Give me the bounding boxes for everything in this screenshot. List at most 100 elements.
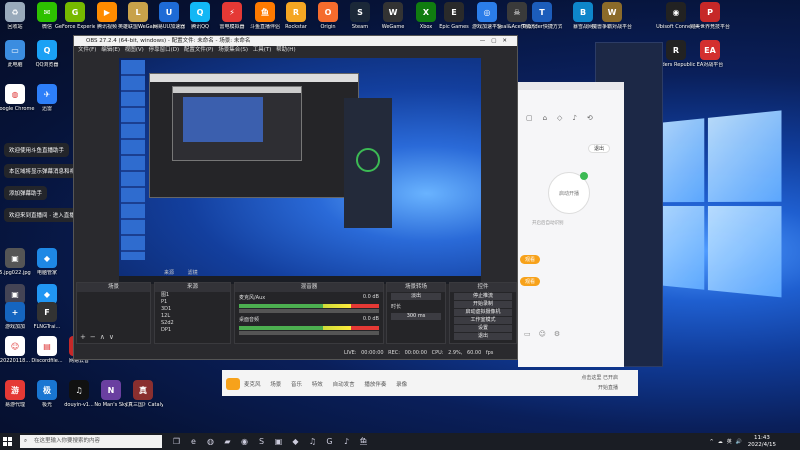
duration-input[interactable]: 300 ms <box>391 313 441 320</box>
edge-icon[interactable]: e <box>185 433 202 450</box>
tray-expand-icon[interactable]: ^ <box>710 439 714 445</box>
toolbar-music[interactable]: 音乐 <box>291 382 302 388</box>
source-item[interactable]: S2d2 <box>155 320 230 327</box>
onedrive-icon[interactable]: ☁ <box>718 439 723 445</box>
transition-select[interactable]: 淡出 <box>391 293 441 300</box>
studio-mode-button[interactable]: 工作室模式 <box>454 317 512 324</box>
sources-panel: 来源 图1 P1 3D1 12L S2d2 DP1 <box>154 282 231 344</box>
taskbar-pinned: ❐ e ◍ ▰ ◉ S ▣ ◆ ♫ G ♪ 鱼 <box>168 433 372 450</box>
app-icon: ✈ <box>37 84 57 104</box>
game-icon[interactable]: G <box>321 433 338 450</box>
menu-docks[interactable]: 停靠窗口(D) <box>149 47 180 53</box>
menu-view[interactable]: 视图(V) <box>125 47 144 53</box>
menu-help[interactable]: 帮助(H) <box>276 47 295 53</box>
app-icon: W <box>383 2 403 22</box>
desktop-icon[interactable]: F FLNGTrai... <box>27 302 67 330</box>
volume-icon[interactable]: 🔊 <box>736 439 742 445</box>
window-controls[interactable]: —▢✕ <box>480 36 513 46</box>
toolbar-effects[interactable]: 特效 <box>312 382 323 388</box>
app-icon: ☺ <box>5 336 25 356</box>
desktop-icon[interactable]: 真《真三国》Catalyst <box>123 380 163 408</box>
track-level: 0.0 dB <box>362 294 379 300</box>
app-icon: ◆ <box>37 284 57 304</box>
app-icon: Q <box>37 40 57 60</box>
cpu-fps: CPU: 2.9%, 60.00 fps <box>431 350 494 356</box>
toolbar-record[interactable]: 录像 <box>396 382 407 388</box>
desktop-icon[interactable]: W 魔兽争霸对战平台 <box>592 2 632 30</box>
start-button[interactable] <box>0 433 14 450</box>
desktop-icon[interactable]: T Thunder快捷方式 <box>522 2 562 30</box>
taskbar-clock[interactable]: 11:43 2022/4/15 <box>748 435 776 448</box>
tab-sources[interactable]: 来源 <box>164 270 174 276</box>
menu-scene-collection[interactable]: 场景集合(S) <box>218 47 248 53</box>
app-icon: R <box>286 2 306 22</box>
steam-icon[interactable]: S <box>253 433 270 450</box>
menu-profile[interactable]: 配置文件(P) <box>184 47 214 53</box>
task-view-icon[interactable]: ❐ <box>168 433 185 450</box>
file-explorer-icon[interactable]: ▰ <box>219 433 236 450</box>
taskbar-search[interactable]: ⌕ 在这里输入你要搜索的内容 <box>20 435 162 448</box>
source-item[interactable]: DP1 <box>155 327 230 334</box>
scene-buttons[interactable]: +−∧∨ <box>80 333 118 341</box>
track-level: 0.0 dB <box>362 316 379 322</box>
desktop-icon[interactable]: ◆ 电脑管家 <box>27 248 67 276</box>
desktop-icon-label: QQ浏览器 <box>35 62 59 68</box>
menu-tools[interactable]: 工具(T) <box>253 47 272 53</box>
virtual-camera-button[interactable]: 启动虚拟摄像机 <box>454 309 512 316</box>
start-recording-button[interactable]: 开始录制 <box>454 301 512 308</box>
source-item[interactable]: 3D1 <box>155 306 230 313</box>
desktop-icon[interactable]: Q QQ浏览器 <box>27 40 67 68</box>
obs-window: OBS 27.2.4 (64-bit, windows) - 配置文件: 未命名… <box>73 35 518 360</box>
tag-1[interactable]: 观看 <box>520 255 541 264</box>
exit-obs-button[interactable]: 退出 <box>454 333 512 340</box>
obs-titlebar: OBS 27.2.4 (64-bit, windows) - 配置文件: 未命名… <box>74 36 517 46</box>
douyu-icon[interactable]: 鱼 <box>355 433 372 450</box>
taskbar: ⌕ 在这里输入你要搜索的内容 ❐ e ◍ ▰ ◉ S ▣ ◆ ♫ G ♪ 鱼 ^ ☁ 英 🔊 11:4… <box>0 433 800 450</box>
app-icon: ◍ <box>5 84 25 104</box>
track-name: 麦克风/Aux <box>239 295 266 301</box>
desktop-icon[interactable]: ✈ 迅雷 <box>27 84 67 112</box>
obs-preview[interactable] <box>119 58 481 284</box>
source-item[interactable]: P1 <box>155 299 230 306</box>
vsc-icon[interactable]: ◆ <box>287 433 304 450</box>
obs-icon[interactable]: ◉ <box>236 433 253 450</box>
app-icon: F <box>37 302 57 322</box>
desktop-icon-label: 电脑管家 <box>36 270 57 276</box>
app-icon: 极 <box>37 380 57 400</box>
app-icon: B <box>573 2 593 22</box>
system-tray: ^ ☁ 英 🔊 <box>710 433 742 450</box>
source-item[interactable]: 12L <box>155 313 230 320</box>
desktop-icon[interactable]: P 完美世界竞技平台 <box>690 2 730 30</box>
app-icon: ◎ <box>477 2 497 22</box>
music-icon[interactable]: ♪ <box>338 433 355 450</box>
tiktok-icon[interactable]: ♫ <box>304 433 321 450</box>
stop-streaming-button[interactable]: 停止推流 <box>454 293 512 300</box>
store-icon[interactable]: ▣ <box>270 433 287 450</box>
desktop-volume-slider[interactable] <box>239 331 379 335</box>
app-icon: ◉ <box>666 2 686 22</box>
toast-welcome: 欢迎使用斗鱼直播助手 <box>4 143 70 157</box>
toolbar-accompaniment[interactable]: 播放伴奏 <box>364 382 386 388</box>
mixer-track-desktop: 桌面音频 0.0 dB <box>235 314 383 325</box>
toolbar-sub[interactable]: 开始直播 <box>598 384 618 391</box>
tab-filters[interactable]: 滤镜 <box>188 270 198 276</box>
desktop-icon[interactable]: EA EA对战平台 <box>690 40 730 68</box>
menu-edit[interactable]: 编辑(E) <box>101 47 120 53</box>
menu-file[interactable]: 文件(F) <box>78 47 96 53</box>
douyu-app-window: ▢⌂◇♪⟲ 退出 启动开播 开启后自动识别 观看 观看 ▭☺⚙ <box>518 82 624 367</box>
app-icon: T <box>532 2 552 22</box>
exit-button[interactable]: 退出 <box>588 144 610 153</box>
ime-icon[interactable]: 英 <box>727 438 732 445</box>
mic-volume-slider[interactable] <box>239 309 379 313</box>
mic-meter <box>239 304 379 308</box>
app-toolbar-icons: ▢⌂◇♪⟲ <box>526 114 603 122</box>
chrome-icon[interactable]: ◍ <box>202 433 219 450</box>
toolbar-scene[interactable]: 场景 <box>270 382 281 388</box>
toolbar-mic[interactable]: 麦克风 <box>244 382 261 388</box>
source-item[interactable]: 图1 <box>155 292 230 299</box>
settings-button[interactable]: 设置 <box>454 325 512 332</box>
tag-2[interactable]: 观看 <box>520 277 541 286</box>
desktop-icon-label: Thunder快捷方式 <box>522 24 562 30</box>
app-icon: ⚡ <box>222 2 242 22</box>
toolbar-auto-speak[interactable]: 自动发言 <box>333 382 355 388</box>
